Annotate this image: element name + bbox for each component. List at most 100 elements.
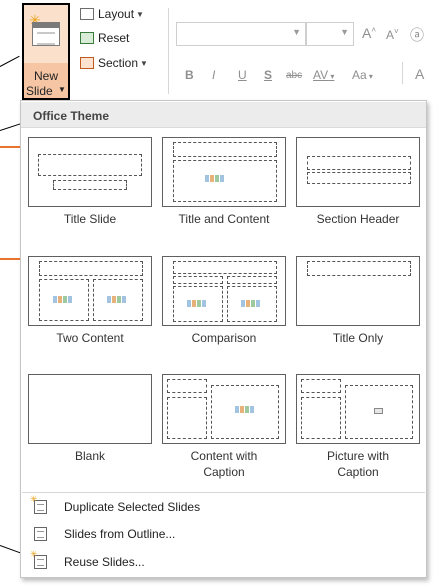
orange-guide-line — [0, 258, 22, 260]
shrink-font-button[interactable]: A˅ — [386, 27, 399, 42]
reset-label: Reset — [98, 31, 130, 45]
layout-section-header[interactable]: Section Header — [296, 137, 420, 247]
layout-thumbnail — [296, 137, 420, 207]
layout-caption: Content with Caption — [190, 449, 258, 479]
character-spacing-glyph: AV — [313, 68, 329, 82]
chevron-down-icon: ▼ — [292, 27, 301, 37]
outline-icon — [34, 527, 47, 541]
ribbon-divider — [402, 62, 403, 84]
layout-caption: Comparison — [191, 331, 257, 345]
layout-two-content[interactable]: Two Content — [28, 256, 152, 366]
strikethrough-button[interactable]: abc — [286, 70, 302, 81]
character-spacing-button[interactable]: AV ▾ — [313, 68, 334, 82]
layout-blank[interactable]: Blank — [28, 374, 152, 484]
font-color-button[interactable]: A — [415, 66, 424, 82]
menu-item-label: Reuse Slides... — [64, 555, 145, 569]
layout-thumbnail — [296, 256, 420, 326]
layout-content-with-caption[interactable]: Content with Caption — [162, 374, 286, 484]
slides-from-outline-item[interactable]: Slides from Outline... — [22, 521, 426, 547]
chevron-down-icon: ▼ — [136, 9, 144, 19]
shadow-button[interactable]: S — [264, 68, 272, 82]
duplicate-slide-icon — [30, 494, 47, 514]
layout-caption: Title Only — [332, 331, 384, 345]
layout-picture-with-caption[interactable]: Picture with Caption — [296, 374, 420, 484]
grow-font-glyph: A — [362, 25, 372, 41]
underline-button[interactable]: U — [238, 68, 247, 82]
layout-thumbnail — [28, 137, 152, 207]
new-slide-top[interactable]: ✳ — [24, 5, 68, 63]
bold-button[interactable]: B — [185, 68, 194, 82]
layout-icon — [80, 8, 94, 20]
layout-title-only[interactable]: Title Only — [296, 256, 420, 366]
chevron-down-icon[interactable]: ▼ — [58, 85, 66, 94]
layout-label: Layout — [98, 7, 135, 21]
layout-caption: Blank — [74, 449, 106, 463]
placeholder-title — [307, 261, 411, 276]
placeholder-title — [167, 379, 207, 393]
layout-thumbnail — [162, 256, 286, 326]
menu-item-label: Duplicate Selected Slides — [64, 500, 201, 514]
gallery-header: Office Theme — [21, 102, 426, 128]
placeholder-content — [173, 160, 277, 202]
layout-thumbnail — [162, 137, 286, 207]
placeholder-heading-left — [173, 276, 223, 284]
content-icons — [53, 295, 73, 305]
reset-button[interactable]: Reset — [80, 31, 129, 45]
layout-thumbnail — [162, 374, 286, 444]
new-slide-gallery: Office Theme Title Slide Title and Conte… — [20, 100, 427, 578]
reuse-slides-icon — [30, 549, 47, 569]
chevron-down-icon: ▼ — [140, 58, 148, 68]
picture-icon — [374, 408, 383, 414]
content-icons — [241, 299, 261, 309]
content-icons — [187, 299, 207, 309]
layout-caption: Picture with Caption — [326, 449, 390, 479]
menu-divider — [22, 492, 425, 493]
placeholder-heading-right — [227, 276, 277, 284]
placeholder-title — [38, 154, 142, 176]
new-slide-label-line2: Slide — [26, 84, 53, 98]
placeholder-text — [307, 172, 411, 184]
layout-title-and-content[interactable]: Title and Content — [162, 137, 286, 247]
reset-icon — [80, 32, 94, 44]
new-slide-label-line1: New — [33, 69, 58, 83]
layout-caption: Section Header — [316, 212, 400, 226]
italic-button[interactable]: I — [212, 68, 215, 82]
layout-thumbnail — [296, 374, 420, 444]
new-slide-button[interactable]: ✳ New Slide ▼ — [22, 3, 70, 100]
gallery-title: Office Theme — [33, 109, 110, 123]
section-label: Section — [98, 56, 139, 70]
ribbon-slides-group: ✳ New Slide ▼ Layout ▼ Reset Section ▼ ▼… — [0, 0, 438, 104]
font-name-combo[interactable]: ▼ — [176, 22, 306, 46]
layout-caption: Title and Content — [178, 212, 270, 226]
layout-title-slide[interactable]: Title Slide — [28, 137, 152, 247]
layout-caption: Two Content — [56, 331, 124, 345]
orange-guide-line — [0, 146, 22, 148]
layout-comparison[interactable]: Comparison — [162, 256, 286, 366]
layout-caption: Title Slide — [63, 212, 117, 226]
content-icons — [107, 295, 127, 305]
section-button[interactable]: Section ▼ — [80, 56, 148, 70]
clear-formatting-icon[interactable]: ⓐ — [410, 25, 424, 45]
placeholder-title — [39, 261, 143, 276]
placeholder-title — [173, 142, 277, 157]
duplicate-selected-slides-item[interactable]: Duplicate Selected Slides — [22, 494, 426, 520]
placeholder-text — [167, 397, 207, 439]
content-icons — [235, 405, 255, 415]
placeholder-subtitle — [53, 180, 127, 190]
font-size-combo[interactable]: ▼ — [306, 22, 354, 46]
placeholder-title — [301, 379, 341, 393]
layout-thumbnail — [28, 374, 152, 444]
grow-font-button[interactable]: A˄ — [362, 25, 376, 41]
new-slide-icon — [32, 22, 60, 46]
placeholder-title — [307, 156, 411, 170]
change-case-glyph: Aa — [352, 68, 367, 82]
placeholder-title — [173, 261, 277, 274]
reuse-slides-item[interactable]: Reuse Slides... — [22, 549, 426, 575]
layout-thumbnail — [28, 256, 152, 326]
menu-item-label: Slides from Outline... — [64, 527, 176, 541]
change-case-button[interactable]: Aa ▾ — [352, 68, 373, 82]
section-icon — [80, 57, 94, 69]
chevron-down-icon: ▼ — [340, 27, 349, 37]
shrink-font-glyph: A — [386, 28, 395, 42]
layout-button[interactable]: Layout ▼ — [80, 7, 144, 21]
